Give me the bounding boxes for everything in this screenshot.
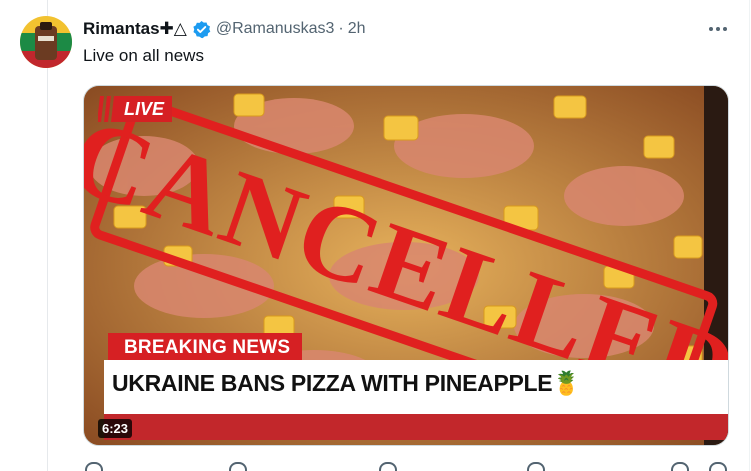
like-icon[interactable] xyxy=(379,462,397,471)
avatar-figure xyxy=(35,26,57,60)
tweet-media-video[interactable]: CANCELLED LIVE BREAKING NEWS UKRAINE BAN… xyxy=(83,85,729,446)
share-icon[interactable] xyxy=(709,462,727,471)
timeline-border xyxy=(749,0,750,471)
display-name[interactable]: Rimantas✚△ xyxy=(83,19,187,39)
tweet-header: Rimantas✚△ @Ramanuskas3 · 2h xyxy=(83,18,365,40)
headline-bar: UKRAINE BANS PIZZA WITH PINEAPPLE🍍 xyxy=(104,360,728,414)
video-duration: 6:23 xyxy=(98,419,133,438)
separator-dot: · xyxy=(338,20,344,37)
timestamp[interactable]: 2h xyxy=(348,20,366,38)
repost-icon[interactable] xyxy=(229,462,247,471)
more-icon[interactable] xyxy=(705,18,731,40)
handle[interactable]: @Ramanuskas3 xyxy=(216,20,335,38)
views-icon[interactable] xyxy=(527,462,545,471)
news-ticker-bar xyxy=(104,414,728,440)
bookmark-icon[interactable] xyxy=(671,462,689,471)
avatar[interactable] xyxy=(20,16,72,68)
avatar-figure-detail xyxy=(38,36,54,41)
more-icon-dots xyxy=(709,27,727,31)
thread-line xyxy=(47,0,48,471)
avatar-figure-hat xyxy=(40,22,52,30)
verified-badge-icon xyxy=(193,20,211,38)
headline-text: UKRAINE BANS PIZZA WITH PINEAPPLE🍍 xyxy=(112,370,581,396)
live-badge: LIVE xyxy=(98,96,173,122)
tweet-text: Live on all news xyxy=(83,46,204,65)
tweet-actions xyxy=(83,462,729,471)
live-label: LIVE xyxy=(120,96,173,122)
breaking-news-label: BREAKING NEWS xyxy=(108,333,303,362)
reply-icon[interactable] xyxy=(85,462,103,471)
live-stripes-icon xyxy=(98,96,120,122)
